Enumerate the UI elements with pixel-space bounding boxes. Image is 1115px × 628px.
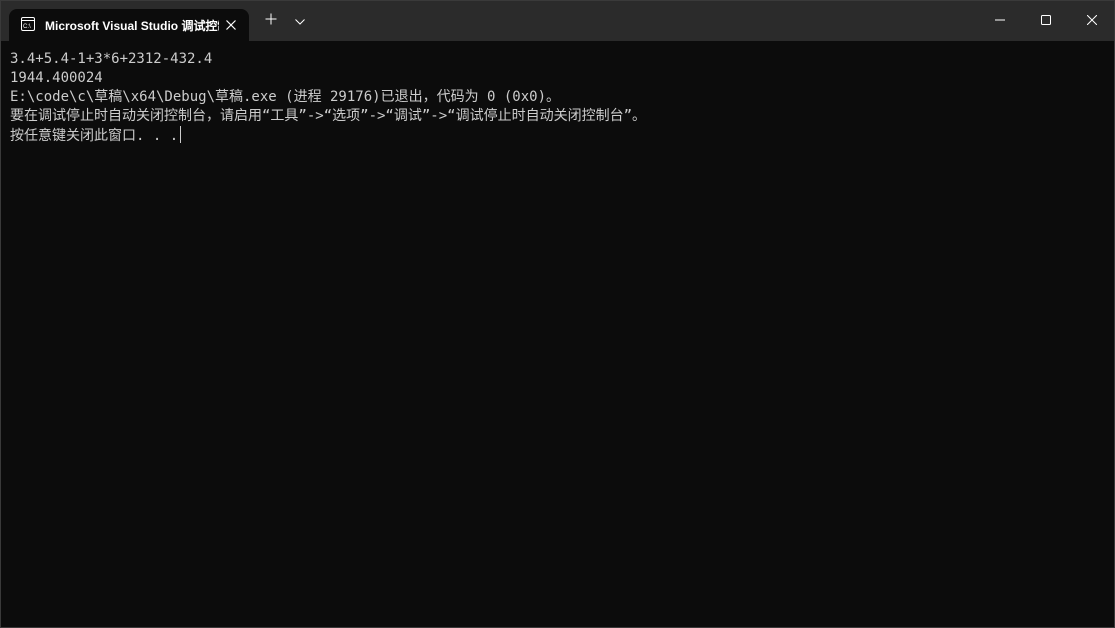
title-bar[interactable]: C:\ Microsoft Visual Studio 调试控制台 — [1, 1, 1114, 41]
maximize-button[interactable] — [1023, 1, 1069, 41]
console-output[interactable]: 3.4+5.4-1+3*6+2312-432.4 1944.400024 E:\… — [10, 50, 1106, 619]
prompt-text: 按任意键关闭此窗口. . . — [10, 128, 179, 144]
close-window-button[interactable] — [1069, 1, 1115, 41]
close-icon — [1086, 12, 1098, 30]
plus-icon — [265, 12, 277, 30]
text-cursor — [180, 126, 182, 143]
console-line-exit: E:\code\c\草稿\x64\Debug\草稿.exe (进程 29176)… — [10, 89, 561, 105]
minimize-button[interactable] — [977, 1, 1023, 41]
terminal-window: C:\ Microsoft Visual Studio 调试控制台 — [0, 0, 1115, 628]
tab-dropdown-button[interactable] — [286, 7, 314, 35]
new-tab-button[interactable] — [257, 7, 285, 35]
tab-debug-console[interactable]: C:\ Microsoft Visual Studio 调试控制台 — [9, 9, 249, 41]
console-line-result: 1944.400024 — [10, 70, 103, 86]
console-line-hint: 要在调试停止时自动关闭控制台，请启用“工具”->“选项”->“调试”->“调试停… — [10, 108, 646, 124]
close-icon[interactable] — [223, 17, 239, 33]
chevron-down-icon — [295, 12, 305, 30]
svg-text:C:\: C:\ — [23, 24, 31, 30]
console-line-prompt: 按任意键关闭此窗口. . . — [10, 126, 1106, 145]
maximize-icon — [1041, 12, 1051, 30]
tab-title: Microsoft Visual Studio 调试控制台 — [45, 19, 219, 33]
console-icon: C:\ — [21, 17, 35, 31]
minimize-icon — [995, 12, 1005, 30]
console-line-expression: 3.4+5.4-1+3*6+2312-432.4 — [10, 51, 213, 67]
